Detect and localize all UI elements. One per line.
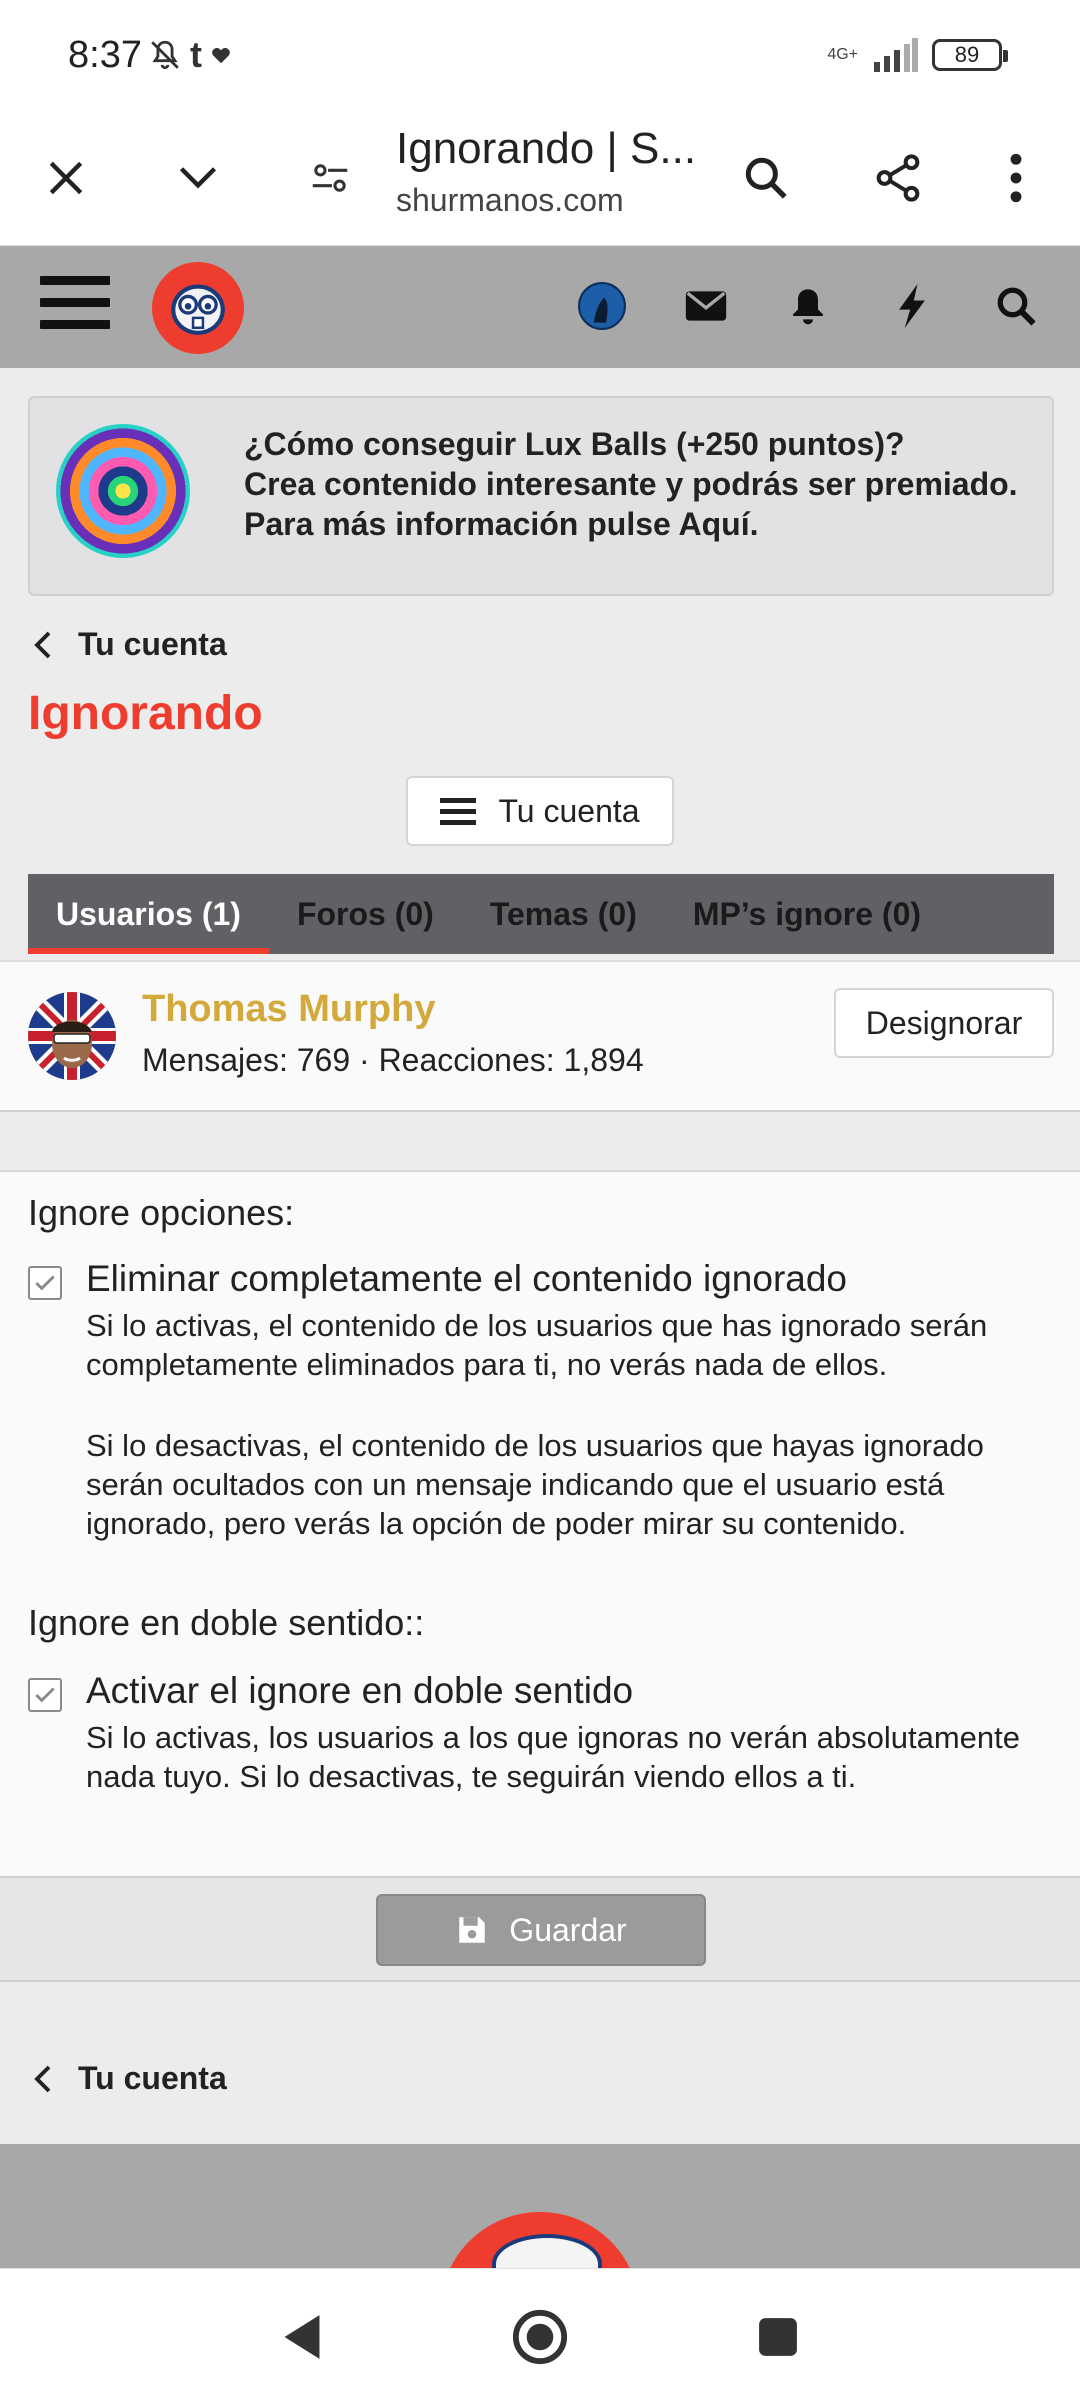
form-submit-row: Guardar bbox=[0, 1878, 1080, 1982]
save-label: Guardar bbox=[509, 1911, 627, 1948]
notice-banner: ¿Cómo conseguir Lux Balls (+250 puntos)?… bbox=[28, 396, 1054, 596]
ignore-options-form: Ignore opciones: Eliminar completamente … bbox=[0, 1170, 1080, 1878]
recents-button[interactable] bbox=[746, 2305, 810, 2369]
notice-line-1: ¿Cómo conseguir Lux Balls (+250 puntos)? bbox=[244, 426, 905, 462]
site-footer bbox=[0, 2144, 1080, 2268]
ignored-user-name[interactable]: Thomas Murphy bbox=[142, 988, 435, 1031]
close-tab-button[interactable] bbox=[26, 138, 106, 218]
checkmark-icon bbox=[35, 1275, 55, 1291]
status-bar: 8:37 t 4G+ 89 bbox=[0, 0, 1080, 110]
site-logo[interactable] bbox=[152, 262, 244, 354]
footer-logo bbox=[440, 2212, 640, 2268]
status-time: 8:37 bbox=[68, 34, 142, 76]
save-button[interactable]: Guardar bbox=[376, 1894, 706, 1966]
ignore-options-heading: Ignore opciones: bbox=[28, 1192, 295, 1233]
tumblr-icon: t bbox=[190, 34, 202, 75]
remove-ignored-content-label[interactable]: Eliminar completamente el contenido igno… bbox=[86, 1258, 847, 1300]
alerts-button[interactable] bbox=[778, 276, 838, 336]
page-url[interactable]: shurmanos.com bbox=[396, 182, 624, 219]
network-type: 4G+ bbox=[827, 46, 858, 63]
avatar-icon bbox=[578, 282, 626, 330]
notice-line-2: Crea contenido interesante y podrás ser … bbox=[244, 466, 1018, 502]
unignore-button[interactable]: Designorar bbox=[834, 988, 1054, 1058]
status-notification-icons: t bbox=[148, 34, 232, 75]
bolt-icon bbox=[899, 284, 925, 328]
two-way-ignore-heading: Ignore en doble sentido:: bbox=[28, 1602, 425, 1643]
lux-balls-image bbox=[56, 424, 190, 558]
ignored-user-stats: Mensajes: 769 · Reacciones: 1,894 bbox=[142, 1042, 644, 1078]
avatar[interactable] bbox=[28, 992, 116, 1080]
breadcrumb-bottom[interactable]: Tu cuenta bbox=[32, 2060, 227, 2097]
ignore-tabs: Usuarios (1) Foros (0) Temas (0) MP’s ig… bbox=[28, 874, 1054, 954]
two-way-ignore-label[interactable]: Activar el ignore en doble sentido bbox=[86, 1670, 633, 1712]
battery-level: 89 bbox=[954, 42, 980, 67]
tab-forums[interactable]: Foros (0) bbox=[269, 874, 462, 954]
two-way-ignore-checkbox[interactable] bbox=[28, 1678, 62, 1712]
page-title: Ignorando bbox=[28, 687, 263, 740]
status-system-icons: 4G+ 89 bbox=[827, 38, 1008, 72]
signal-icon bbox=[872, 38, 918, 72]
menu-icon bbox=[440, 792, 477, 831]
page-tab-title[interactable]: Ignorando | S... bbox=[396, 124, 696, 174]
search-icon bbox=[997, 287, 1036, 326]
bell-icon bbox=[793, 289, 823, 325]
site-header bbox=[0, 246, 1080, 368]
tab-threads[interactable]: Temas (0) bbox=[462, 874, 665, 954]
logo-mascot-icon bbox=[171, 284, 225, 335]
collapse-button[interactable] bbox=[158, 138, 238, 218]
system-nav-bar bbox=[0, 2268, 1080, 2400]
share-icon bbox=[876, 154, 920, 202]
envelope-icon bbox=[685, 291, 727, 321]
tab-pm-ignore[interactable]: MP’s ignore (0) bbox=[665, 874, 949, 954]
battery-indicator: 89 bbox=[932, 39, 1008, 71]
two-way-ignore-desc: Si lo activas, los usuarios a los que ig… bbox=[86, 1720, 1020, 1794]
remove-ignored-content-desc-2: Si lo desactivas, el contenido de los us… bbox=[86, 1428, 984, 1541]
chevron-left-icon bbox=[34, 2065, 51, 2092]
checkmark-icon bbox=[35, 1687, 55, 1703]
account-menu-label: Tu cuenta bbox=[498, 792, 640, 829]
tune-icon bbox=[312, 164, 348, 192]
notice-text: ¿Cómo conseguir Lux Balls (+250 puntos)?… bbox=[244, 424, 1018, 544]
notice-line-3[interactable]: Para más información pulse Aquí. bbox=[244, 504, 1018, 544]
browser-toolbar: Ignorando | S... shurmanos.com bbox=[0, 110, 1080, 246]
home-button[interactable] bbox=[508, 2305, 572, 2369]
breadcrumb-bottom-label[interactable]: Tu cuenta bbox=[78, 2060, 227, 2097]
breadcrumb-label[interactable]: Tu cuenta bbox=[78, 626, 227, 663]
site-settings-button[interactable] bbox=[290, 138, 370, 218]
whats-new-button[interactable] bbox=[882, 276, 942, 336]
user-avatar-small[interactable] bbox=[572, 276, 632, 336]
remove-ignored-content-checkbox[interactable] bbox=[28, 1266, 62, 1300]
home-circle-icon bbox=[512, 2309, 568, 2365]
floppy-disk-icon bbox=[459, 1917, 486, 1943]
ignored-user-row: Thomas Murphy Mensajes: 769 · Reacciones… bbox=[0, 960, 1080, 1112]
site-search-button[interactable] bbox=[986, 276, 1046, 336]
back-triangle-icon bbox=[284, 2315, 320, 2359]
account-menu-button[interactable]: Tu cuenta bbox=[406, 776, 674, 846]
chevron-down-icon bbox=[179, 167, 217, 189]
find-button[interactable] bbox=[726, 138, 806, 218]
user-avatar-image bbox=[28, 992, 116, 1080]
share-button[interactable] bbox=[858, 138, 938, 218]
main-content: ¿Cómo conseguir Lux Balls (+250 puntos)?… bbox=[0, 368, 1080, 2268]
chevron-left-icon bbox=[34, 631, 51, 658]
more-vert-icon bbox=[1010, 153, 1022, 203]
close-icon bbox=[49, 161, 83, 195]
heart-icon bbox=[210, 44, 232, 66]
tab-users[interactable]: Usuarios (1) bbox=[28, 874, 269, 954]
mute-bell-icon bbox=[148, 38, 182, 72]
messages-button[interactable] bbox=[676, 276, 736, 336]
more-options-button[interactable] bbox=[976, 138, 1056, 218]
remove-ignored-content-desc-1: Si lo activas, el contenido de los usuar… bbox=[86, 1308, 988, 1382]
menu-icon[interactable] bbox=[40, 276, 110, 336]
recents-square-icon bbox=[759, 2318, 797, 2356]
breadcrumb[interactable]: Tu cuenta bbox=[32, 626, 227, 663]
back-button[interactable] bbox=[270, 2305, 334, 2369]
search-icon bbox=[745, 157, 787, 199]
